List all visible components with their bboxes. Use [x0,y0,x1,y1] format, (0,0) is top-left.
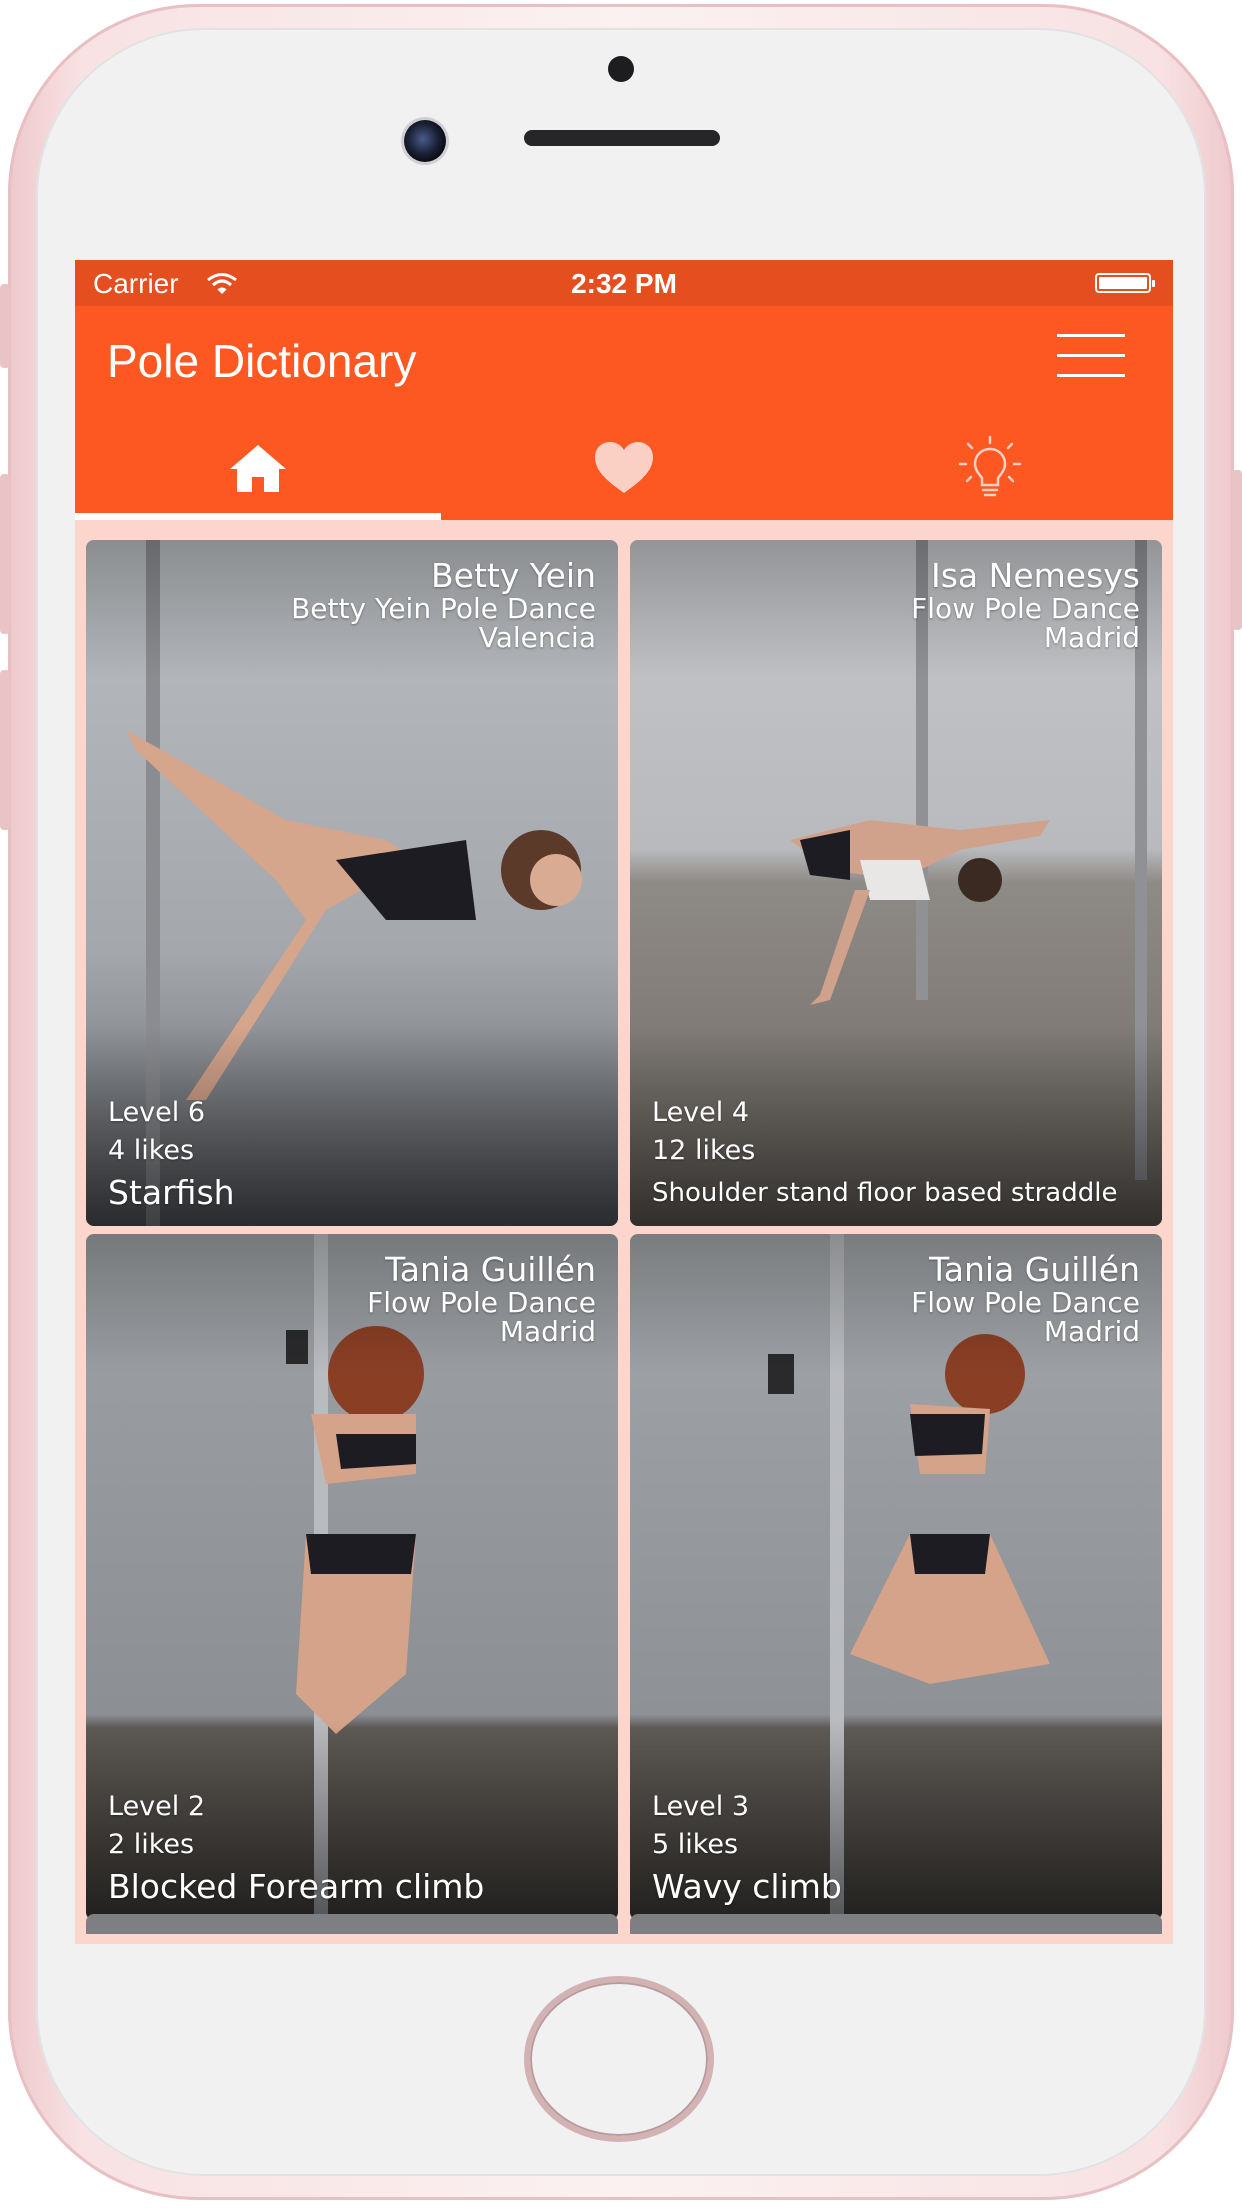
earpiece-speaker [524,130,720,146]
status-bar: Carrier 2:32 PM [75,260,1173,306]
studio-city: Madrid [1043,1315,1140,1348]
app-header: Pole Dictionary [75,306,1173,416]
silent-switch [0,284,10,368]
author-name: Betty Yein [431,556,596,595]
move-card[interactable]: Tania Guillén Flow Pole Dance Madrid Lev… [630,1234,1162,1920]
card-author-info: Tania Guillén Flow Pole Dance Madrid [367,1252,596,1346]
battery-icon [1095,273,1155,293]
move-likes: 12 likes [652,1135,756,1166]
power-button [1232,470,1242,630]
studio-name: Betty Yein Pole Dance [291,592,596,625]
tab-favorites[interactable] [441,416,807,520]
heart-icon [595,442,653,493]
active-tab-indicator [75,513,441,520]
card-move-info: Level 3 5 likes Wavy climb [652,1788,842,1910]
card-move-info: Level 4 12 likes Shoulder stand floor ba… [652,1094,1117,1216]
tab-bar [75,416,1173,520]
status-time: 2:32 PM [571,268,677,299]
move-card-partial[interactable] [86,1914,618,1934]
author-name: Isa Nemesys [931,556,1140,595]
move-name: Blocked Forearm climb [108,1867,485,1906]
studio-city: Valencia [478,621,596,654]
move-card-partial[interactable] [630,1914,1162,1934]
move-card[interactable]: Betty Yein Betty Yein Pole Dance Valenci… [86,540,618,1226]
move-name: Starfish [108,1173,235,1212]
move-likes: 5 likes [652,1829,739,1860]
move-level: Level 4 [652,1097,750,1128]
front-camera [404,120,446,162]
move-level: Level 3 [652,1791,750,1822]
author-name: Tania Guillén [929,1250,1140,1289]
app-title: Pole Dictionary [107,335,417,387]
studio-name: Flow Pole Dance [911,592,1140,625]
home-button[interactable] [524,1976,714,2142]
author-name: Tania Guillén [385,1250,596,1289]
app-screen: Carrier 2:32 PM Pole Dictionary Betty Ye… [75,260,1173,1944]
move-likes: 4 likes [108,1135,195,1166]
home-icon [230,445,286,492]
move-card[interactable]: Tania Guillén Flow Pole Dance Madrid Lev… [86,1234,618,1920]
card-author-info: Tania Guillén Flow Pole Dance Madrid [911,1252,1140,1346]
move-name: Wavy climb [652,1867,842,1906]
card-move-info: Level 2 2 likes Blocked Forearm climb [108,1788,484,1910]
studio-name: Flow Pole Dance [911,1286,1140,1319]
move-likes: 2 likes [108,1829,195,1860]
studio-city: Madrid [1043,621,1140,654]
card-move-info: Level 6 4 likes Starfish [108,1094,235,1216]
tab-home[interactable] [75,416,441,520]
move-card[interactable]: Isa Nemesys Flow Pole Dance Madrid Level… [630,540,1162,1226]
volume-down-button [0,670,10,830]
move-level: Level 2 [108,1791,206,1822]
card-author-info: Isa Nemesys Flow Pole Dance Madrid [911,558,1140,652]
tab-ideas[interactable] [807,416,1173,520]
move-level: Level 6 [108,1097,206,1128]
move-name: Shoulder stand floor based straddle [652,1178,1118,1208]
proximity-sensor [608,56,634,82]
studio-city: Madrid [499,1315,596,1348]
lightbulb-icon [958,435,1022,497]
card-author-info: Betty Yein Betty Yein Pole Dance Valenci… [291,558,596,652]
hamburger-menu-icon[interactable] [1057,332,1125,380]
studio-name: Flow Pole Dance [367,1286,596,1319]
volume-up-button [0,474,10,634]
